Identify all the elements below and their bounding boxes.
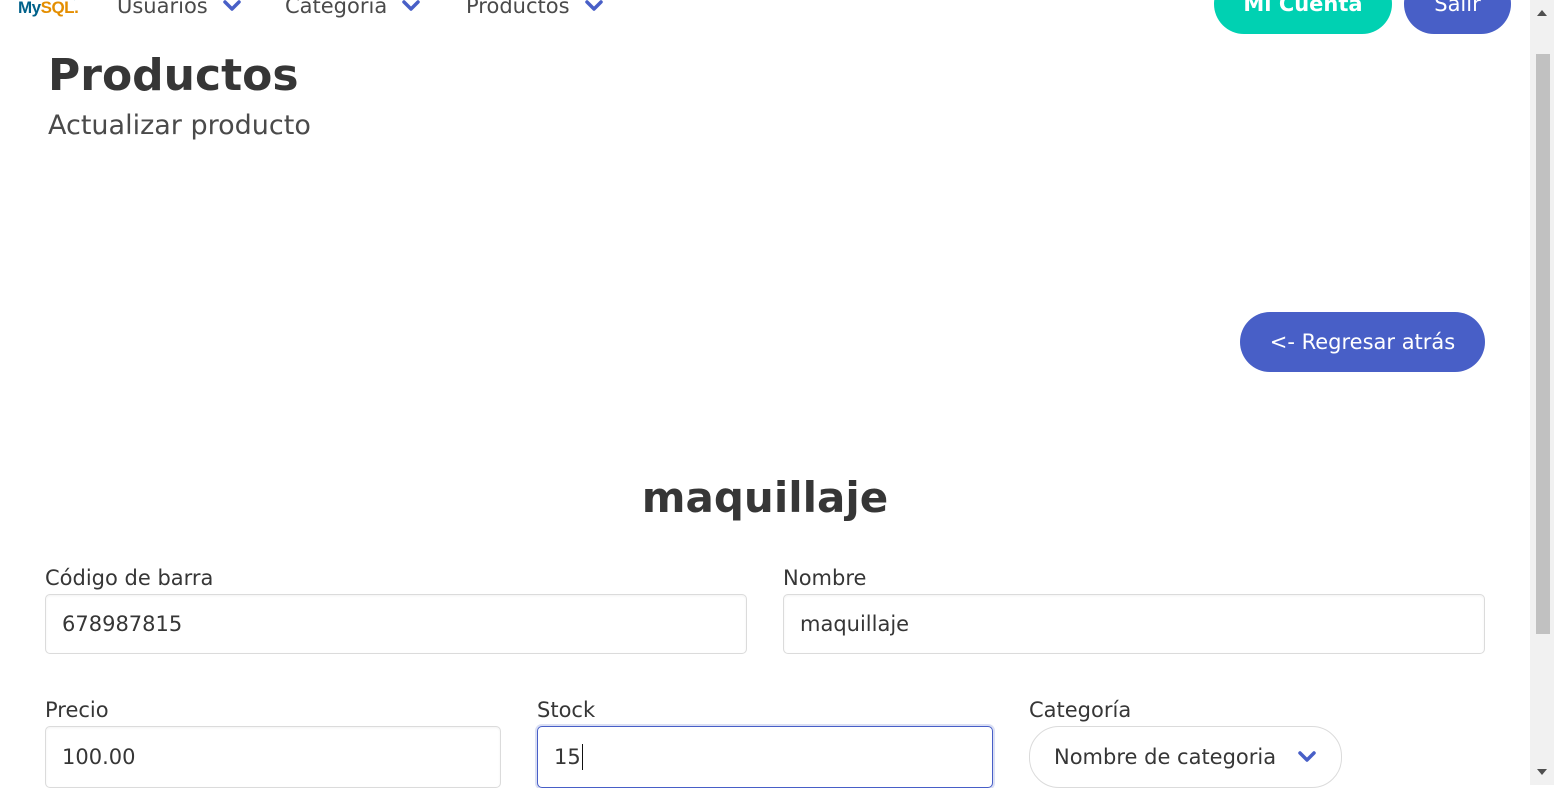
nav-item-label: Productos	[466, 0, 570, 18]
chevron-down-icon	[1297, 745, 1317, 769]
category-select[interactable]: Nombre de categoria	[1029, 726, 1342, 788]
mysql-logo[interactable]: MySQL.	[18, 0, 82, 26]
vertical-scrollbar[interactable]	[1530, 0, 1554, 785]
name-input[interactable]: maquillaje	[783, 594, 1485, 654]
price-input[interactable]: 100.00	[45, 726, 501, 788]
page-title: Productos	[48, 50, 299, 101]
name-value: maquillaje	[800, 612, 910, 636]
scroll-up-icon[interactable]	[1537, 10, 1547, 16]
stock-label: Stock	[537, 698, 596, 722]
barcode-input[interactable]: 678987815	[45, 594, 747, 654]
chevron-down-icon	[401, 0, 421, 13]
stock-input[interactable]: 15	[537, 726, 993, 788]
stock-value: 15	[554, 745, 581, 769]
nav-item-label: Categoria	[285, 0, 388, 18]
my-account-button[interactable]: Mi Cuenta	[1214, 0, 1392, 34]
nav-item-usuarios[interactable]: Usuarios	[117, 0, 242, 24]
name-label: Nombre	[783, 566, 867, 590]
nav-item-categoria[interactable]: Categoria	[285, 0, 421, 24]
barcode-value: 678987815	[62, 612, 183, 636]
chevron-down-icon	[222, 0, 242, 13]
price-value: 100.00	[62, 745, 136, 769]
dolphin-icon	[74, 0, 75, 1]
nav-item-label: Usuarios	[117, 0, 208, 18]
chevron-down-icon	[584, 0, 604, 13]
text-caret	[581, 744, 584, 770]
product-name-heading: maquillaje	[641, 473, 889, 522]
scrollbar-thumb[interactable]	[1536, 54, 1550, 634]
category-label: Categoría	[1029, 698, 1132, 722]
price-label: Precio	[45, 698, 109, 722]
barcode-label: Código de barra	[45, 566, 214, 590]
category-selected-value: Nombre de categoria	[1054, 745, 1277, 769]
scroll-down-icon[interactable]	[1537, 769, 1547, 775]
nav-item-productos[interactable]: Productos	[466, 0, 604, 24]
page-subtitle: Actualizar producto	[48, 110, 311, 141]
logo-text: MySQL.	[18, 0, 79, 17]
logout-button[interactable]: Salir	[1404, 0, 1511, 34]
back-button[interactable]: <- Regresar atrás	[1240, 312, 1485, 372]
